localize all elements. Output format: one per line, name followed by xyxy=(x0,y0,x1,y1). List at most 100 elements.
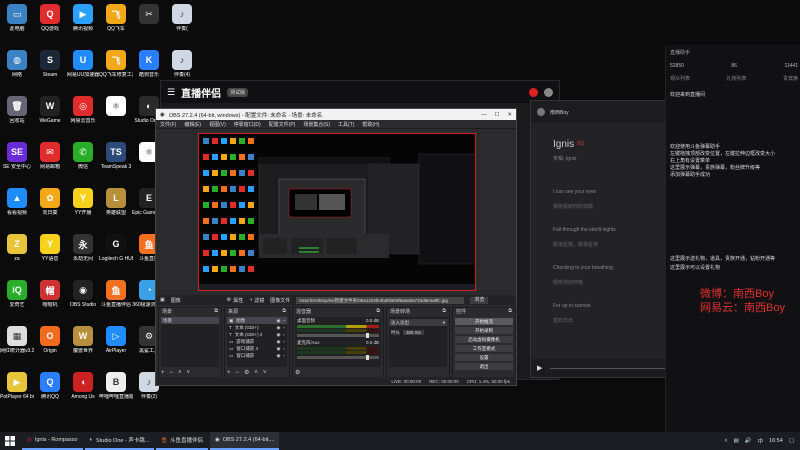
gear-icon[interactable]: ⚙ xyxy=(244,369,249,376)
scene-item[interactable]: 场景 xyxy=(161,317,219,324)
filters-button[interactable]: ◑ 滤镜 xyxy=(249,297,264,304)
volume-icon[interactable]: 🔊 xyxy=(745,438,752,444)
remove-icon[interactable]: − xyxy=(170,370,174,376)
control-button[interactable]: 开始录制 xyxy=(455,327,513,334)
desktop-icon[interactable]: 帽帽帽机 xyxy=(33,280,67,322)
taskbar-item-douyu[interactable]: 鱼 斗鱼直播伴侣 xyxy=(156,432,208,450)
desktop-icon[interactable]: O Origin xyxy=(33,326,67,368)
desktop-icon[interactable]: ▲ 看看视频 xyxy=(0,188,34,230)
desktop-icon[interactable]: iQ 爱奇艺 xyxy=(0,280,34,322)
source-item[interactable]: T 文本 (GDI+) ◉ ▫ xyxy=(227,324,287,331)
visibility-icon[interactable]: ◉ xyxy=(276,346,280,352)
chevron-up-icon[interactable]: ˄ xyxy=(724,438,727,444)
browse-button[interactable]: 浏览 xyxy=(470,296,489,304)
tab-vip[interactable]: 贵宾席 xyxy=(783,75,798,82)
lock-icon[interactable]: ▫ xyxy=(283,325,287,330)
menu-item[interactable]: 视图(V) xyxy=(209,121,226,128)
properties-button[interactable]: ⚙ 属性 xyxy=(227,297,244,304)
input-language[interactable]: 中 xyxy=(758,437,764,445)
obs-preview[interactable] xyxy=(198,133,476,291)
transition-select[interactable]: 淡入淡出 ▾ xyxy=(389,319,447,326)
notification-icon[interactable]: ▢ xyxy=(789,438,794,444)
desktop-icon[interactable]: S Steam xyxy=(33,50,67,92)
desktop-icon[interactable]: TS TeamSpeak 3 xyxy=(99,142,133,184)
desktop-icon[interactable]: Q QQ游戏 xyxy=(33,4,67,46)
down-icon[interactable]: ˅ xyxy=(263,370,267,376)
volume-slider[interactable] xyxy=(297,355,379,360)
desktop-icon[interactable]: ✿ 向日葵 xyxy=(33,188,67,230)
remove-icon[interactable]: − xyxy=(236,370,240,376)
obs-window[interactable]: ◉ OBS 27.2.4 (64-bit, windows) - 配置文件: 未… xyxy=(155,108,517,386)
desktop-icon[interactable]: ◎ 网易云音乐 xyxy=(66,96,100,138)
duration-field[interactable]: 300 ms xyxy=(403,330,424,335)
lock-icon[interactable]: ▫ xyxy=(283,339,287,344)
source-item[interactable]: ▭ 窗口捕获 3 ◉ ▫ xyxy=(227,345,287,352)
source-item[interactable]: ▭ 窗口捕获 ◉ ▫ xyxy=(227,352,287,359)
lock-icon[interactable]: ▫ xyxy=(283,346,287,351)
control-button[interactable]: 设置 xyxy=(455,354,513,361)
desktop-icon[interactable]: ▶ PotPlayer 64 bit xyxy=(0,372,34,414)
desktop-icon[interactable]: ▷ AirPlayer xyxy=(99,326,133,368)
maximize-icon[interactable]: ☐ xyxy=(494,112,499,118)
desktop-icon[interactable]: Zza xyxy=(0,234,34,276)
up-icon[interactable]: ˄ xyxy=(254,370,258,376)
add-icon[interactable]: + xyxy=(161,370,165,376)
menu-item[interactable]: 文件(F) xyxy=(160,121,176,128)
desktop-icon[interactable]: ▭ 此电脑 xyxy=(0,4,34,46)
music-user-name[interactable]: 南西Boy xyxy=(550,109,569,116)
avatar[interactable] xyxy=(537,108,545,116)
record-icon[interactable] xyxy=(529,87,538,97)
desktop-icon[interactable]: W 魔兽世界 xyxy=(66,326,100,368)
menu-item[interactable]: 停靠窗口(D) xyxy=(234,121,261,128)
dock-close-icon[interactable]: ⧉ xyxy=(376,308,380,316)
taskbar-item-music[interactable]: ◎ Ignis - Rompasso xyxy=(22,432,83,450)
taskbar-item-studio-one[interactable]: ◐ Studio One - 声卡跳... xyxy=(84,432,155,450)
dock-close-icon[interactable]: ⧉ xyxy=(214,308,218,316)
close-icon[interactable]: ✕ xyxy=(507,112,512,118)
lock-icon[interactable]: ▫ xyxy=(283,318,287,323)
desktop-icon[interactable]: 永永劫无间 xyxy=(66,234,100,276)
menu-item[interactable]: 编辑(E) xyxy=(184,121,201,128)
desktop-icon[interactable]: ◍ 网络 xyxy=(0,50,34,92)
desktop-icon[interactable]: ✉ 网易邮箱 xyxy=(33,142,67,184)
source-item[interactable]: T 文本 (GDI+) 2 ◉ ▫ xyxy=(227,331,287,338)
visibility-icon[interactable]: ◉ xyxy=(276,318,280,324)
desktop-icon[interactable]: B 哔哩哔哩直播姬 xyxy=(99,372,133,414)
play-icon[interactable]: ▶ xyxy=(537,364,542,372)
slider-handle[interactable] xyxy=(366,333,369,338)
menu-item[interactable]: 工具(T) xyxy=(338,121,354,128)
desktop-icon[interactable]: ▶ 腾讯视频 xyxy=(66,4,100,46)
desktop-icon[interactable]: 飞 QQ飞车修复工具 xyxy=(99,50,133,92)
dock-close-icon[interactable]: ⧉ xyxy=(508,308,512,316)
down-icon[interactable]: ˅ xyxy=(187,370,191,376)
desktop-icon[interactable]: Q 腾讯QQ xyxy=(33,372,67,414)
source-item[interactable]: ▣ 图像 ◉ ▫ xyxy=(227,317,287,324)
desktop-icon[interactable]: SE SE 安全中心 xyxy=(0,142,34,184)
desktop-icon[interactable]: ▦ 网红统计器v3.2.0 xyxy=(0,326,34,368)
desktop-icon[interactable]: Y YY开播 xyxy=(66,188,100,230)
avatar[interactable] xyxy=(544,87,553,97)
control-button[interactable]: 开始推流 xyxy=(455,318,513,325)
clock[interactable]: 16:54 xyxy=(769,438,783,444)
desktop-icon[interactable]: L 英雄联盟 xyxy=(99,188,133,230)
lock-icon[interactable]: ▫ xyxy=(283,332,287,337)
visibility-icon[interactable]: ◉ xyxy=(276,325,280,331)
visibility-icon[interactable]: ◉ xyxy=(276,332,280,338)
desktop-icon[interactable]: U 网易UU加速器 xyxy=(66,50,100,92)
desktop-icon[interactable]: G Logitech G HUB xyxy=(99,234,133,276)
volume-slider[interactable] xyxy=(297,333,379,338)
gear-icon[interactable]: ⚙ xyxy=(295,369,300,376)
control-button[interactable]: 工作室模式 xyxy=(455,345,513,352)
desktop-icon[interactable]: 飞 QQ飞车 xyxy=(99,4,133,46)
desktop-icon[interactable]: 🗑 回收站 xyxy=(0,96,34,138)
desktop-icon[interactable]: ✆ 微信 xyxy=(66,142,100,184)
desktop-icon[interactable]: ♪ 伴奏( xyxy=(165,4,199,46)
desktop-icon[interactable]: Y YY语音 xyxy=(33,234,67,276)
menu-item[interactable]: 配置文件(P) xyxy=(269,121,296,128)
desktop-icon[interactable]: W WeGame xyxy=(33,96,67,138)
desktop-icon[interactable]: ⚛ xyxy=(99,96,133,138)
desktop-icon[interactable]: ✂ xyxy=(132,4,166,46)
add-icon[interactable]: + xyxy=(227,370,231,376)
desktop-icon[interactable]: 鱼斗鱼直播伴侣 xyxy=(99,280,133,322)
taskbar-item-obs[interactable]: ◉ OBS 27.2.4 (64-bit,... xyxy=(209,432,280,450)
